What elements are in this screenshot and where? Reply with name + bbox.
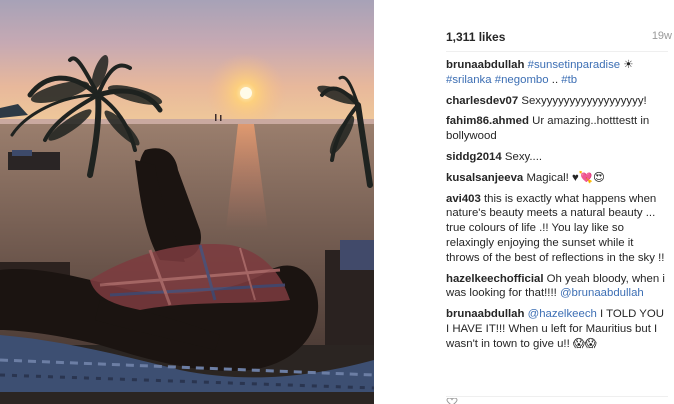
sun-icon xyxy=(240,87,252,99)
comment-item: charlesdev07 Sexyyyyyyyyyyyyyyyyyy! xyxy=(446,94,668,109)
comments-panel: 1,311 likes 19w brunaabdullah #sunsetinp… xyxy=(374,0,674,404)
heart-icon[interactable] xyxy=(446,398,458,404)
mention-link[interactable]: @brunaabdullah xyxy=(560,287,644,299)
hashtag-link[interactable]: #sunsetinparadise xyxy=(528,59,620,71)
hashtag-link[interactable]: #negombo xyxy=(495,74,549,86)
comment-text: .. xyxy=(548,73,562,86)
comment-item: siddg2014 Sexy.... xyxy=(446,150,668,165)
post-photo[interactable] xyxy=(0,0,374,404)
like-count[interactable]: 1,311 likes xyxy=(446,30,505,44)
comment-item: brunaabdullah @hazelkeech I TOLD YOU I H… xyxy=(446,307,668,351)
comment-username[interactable]: fahim86.ahmed xyxy=(446,115,529,127)
comment-username[interactable]: avi403 xyxy=(446,193,481,205)
comment-username[interactable]: charlesdev07 xyxy=(446,95,518,107)
post-timestamp[interactable]: 19w xyxy=(652,30,672,42)
comment-username[interactable]: kusalsanjeeva xyxy=(446,172,523,184)
comment-text: Magical! ♥💘😍 xyxy=(526,171,605,184)
likes-row: 1,311 likes 19w xyxy=(446,28,674,48)
comment-username[interactable]: brunaabdullah xyxy=(446,59,524,71)
comment-text: Sexyyyyyyyyyyyyyyyyyy! xyxy=(521,94,647,107)
comment-username[interactable]: hazelkeechofficial xyxy=(446,273,544,285)
hashtag-link[interactable]: #tb xyxy=(561,74,577,86)
comment-username[interactable]: siddg2014 xyxy=(446,151,502,163)
hashtag-link[interactable]: #srilanka xyxy=(446,74,492,86)
comment-text: Sexy.... xyxy=(504,150,543,163)
comment-item: kusalsanjeeva Magical! ♥💘😍 xyxy=(446,171,668,186)
comment-item: avi403 this is exactly what happens when… xyxy=(446,192,668,266)
comment-item: fahim86.ahmed Ur amazing..hotttestt in b… xyxy=(446,114,668,144)
comment-item: hazelkeechofficial Oh yeah bloody, when … xyxy=(446,272,668,302)
sunset-beach-image xyxy=(0,0,374,404)
divider xyxy=(446,396,668,397)
mention-link[interactable]: @hazelkeech xyxy=(528,308,597,320)
divider xyxy=(446,51,668,52)
comment-text: ☀ xyxy=(620,59,634,71)
comment-list: brunaabdullah #sunsetinparadise ☀ #srila… xyxy=(446,58,668,358)
comment-item: brunaabdullah #sunsetinparadise ☀ #srila… xyxy=(446,58,668,88)
comment-username[interactable]: brunaabdullah xyxy=(446,308,524,320)
